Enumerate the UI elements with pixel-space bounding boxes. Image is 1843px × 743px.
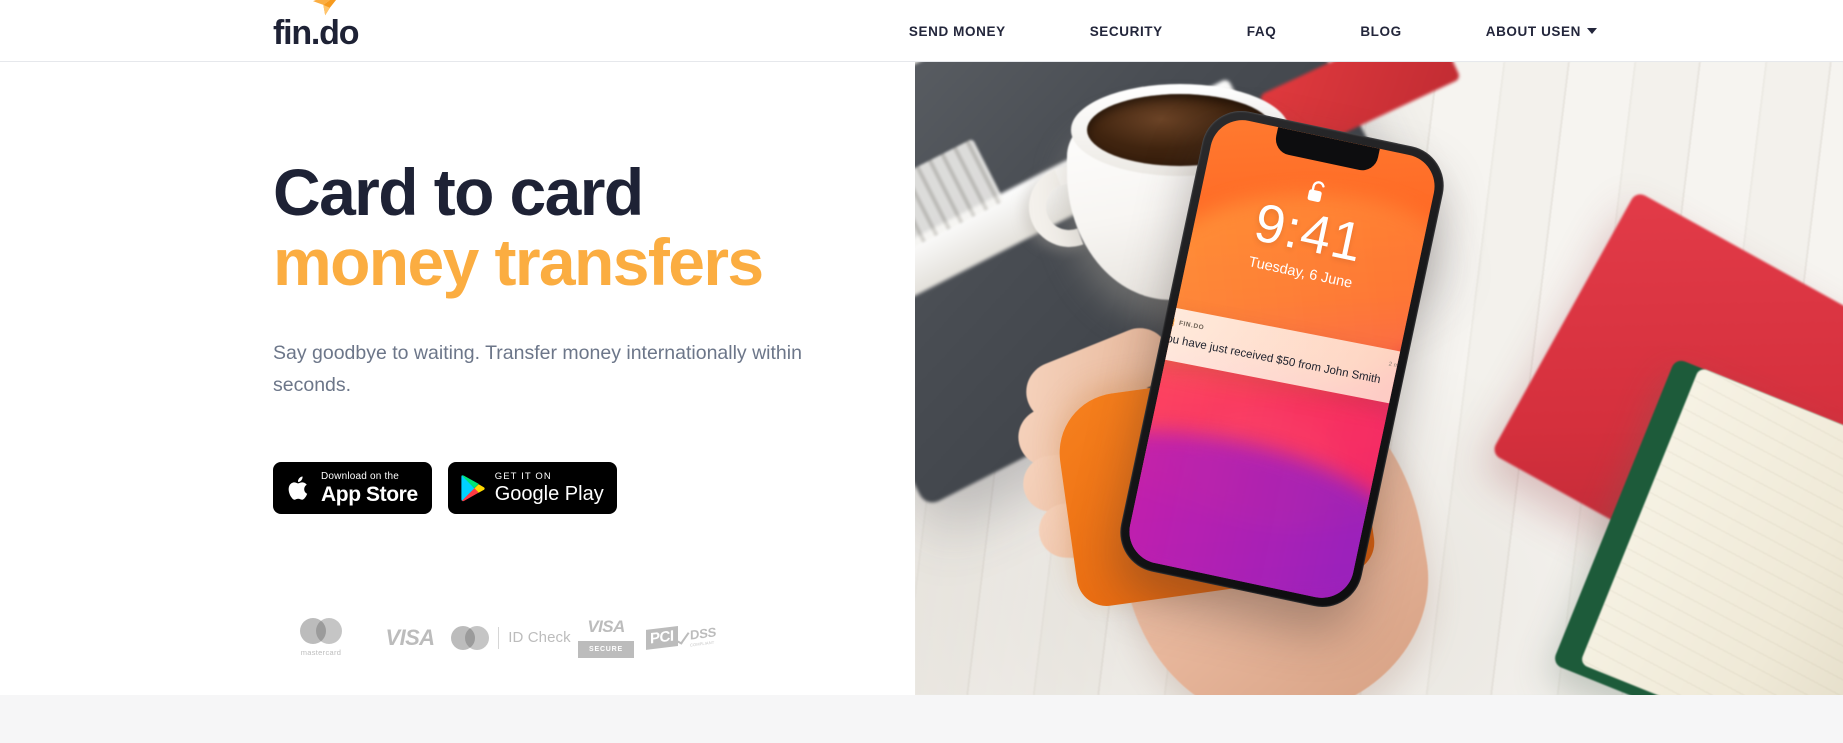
nav-item-about-us[interactable]: ABOUT US xyxy=(1486,24,1561,39)
pci-label: PCI xyxy=(646,625,678,650)
id-check-label: ID Check xyxy=(508,629,571,646)
hero-image: 9:41 Tuesday, 6 June FIN.DO 2 min ago Yo… xyxy=(915,62,1843,695)
divider xyxy=(498,626,500,649)
app-store-label: Download on the App Store xyxy=(321,470,418,506)
hero-section: Card to card money transfers Say goodbye… xyxy=(0,62,1843,695)
chevron-down-icon xyxy=(1587,28,1597,34)
nav-item-send-money[interactable]: SEND MONEY xyxy=(909,24,1006,39)
headline-line-1: Card to card xyxy=(273,155,644,229)
visa-secure-sub-label: SECURE xyxy=(578,641,634,658)
mastercard-icon xyxy=(451,625,490,650)
mastercard-label: mastercard xyxy=(300,648,342,657)
hero-subtitle: Say goodbye to waiting. Transfer money i… xyxy=(273,342,802,396)
apple-logo-icon xyxy=(288,476,308,500)
app-store-line1: Download on the xyxy=(321,470,400,482)
visa-secure-badge: VISA SECURE xyxy=(571,617,641,658)
notification-app-name: FIN.DO xyxy=(1178,319,1205,332)
google-play-label: GET IT ON Google Play xyxy=(495,472,604,504)
site-header: fin.do SEND MONEY SECURITY FAQ BLOG ABOU… xyxy=(0,0,1843,62)
mastercard-icon xyxy=(300,618,342,644)
pci-dss-badge: PCI DSS COMPLIANT xyxy=(641,624,721,650)
app-store-line2: App Store xyxy=(321,482,418,506)
logo-text: fin.do xyxy=(273,14,360,52)
trust-badges: mastercard VISA ID Check VISA SECURE PCI xyxy=(273,617,721,658)
app-download-buttons: Download on the App Store GET IT ON Goog… xyxy=(273,462,617,514)
main-nav: SEND MONEY SECURITY FAQ BLOG ABOUT US EN xyxy=(909,0,1843,62)
next-section xyxy=(0,695,1843,743)
page-title: Card to card money transfers xyxy=(273,155,913,299)
nav-item-blog[interactable]: BLOG xyxy=(1360,24,1401,39)
language-label: EN xyxy=(1561,23,1581,39)
google-play-line1: GET IT ON xyxy=(494,471,552,483)
logo[interactable]: fin.do xyxy=(273,0,368,58)
google-play-button[interactable]: GET IT ON Google Play xyxy=(447,462,617,514)
nav-item-faq[interactable]: FAQ xyxy=(1247,24,1277,39)
hero-content: Card to card money transfers Say goodbye… xyxy=(273,62,913,695)
nav-item-security[interactable]: SECURITY xyxy=(1090,24,1163,39)
photo-canvas: 9:41 Tuesday, 6 June FIN.DO 2 min ago Yo… xyxy=(915,62,1843,695)
mastercard-id-check-badge: ID Check xyxy=(451,625,571,650)
google-play-icon xyxy=(461,475,485,502)
headline-line-2: money transfers xyxy=(273,224,764,299)
google-play-line2: Google Play xyxy=(494,482,604,505)
visa-label: VISA xyxy=(385,624,436,650)
language-selector[interactable]: EN xyxy=(1561,24,1597,39)
pci-dss-text: DSS COMPLIANT xyxy=(690,624,716,647)
app-store-button[interactable]: Download on the App Store xyxy=(273,462,432,514)
visa-badge: VISA xyxy=(369,625,451,651)
mastercard-badge: mastercard xyxy=(273,618,369,657)
visa-secure-visa-label: VISA xyxy=(587,617,625,636)
